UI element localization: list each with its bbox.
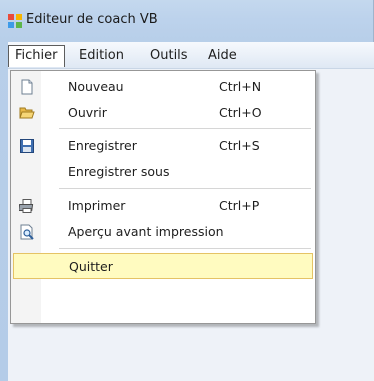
menu-item-shortcut: Ctrl+S [219, 138, 260, 153]
save-disk-icon [19, 138, 35, 154]
menu-item-label: Enregistrer [68, 138, 137, 153]
menu-item-enregistrer[interactable]: Enregistrer Ctrl+S [13, 133, 313, 159]
menu-edition[interactable]: Edition [73, 46, 130, 65]
file-menu-dropdown: Nouveau Ctrl+N Ouvrir Ctrl+O Enregistrer… [10, 70, 316, 324]
menu-aide[interactable]: Aide [202, 46, 243, 65]
title-bar[interactable]: Editeur de coach VB [0, 0, 373, 42]
menu-item-label: Aperçu avant impression [68, 224, 224, 239]
menu-item-ouvrir[interactable]: Ouvrir Ctrl+O [13, 100, 313, 126]
menu-item-label: Enregistrer sous [68, 164, 170, 179]
menu-item-quitter[interactable]: Quitter [13, 253, 313, 279]
menu-outils[interactable]: Outils [144, 46, 194, 65]
menu-fichier[interactable]: Fichier [8, 45, 65, 67]
menu-item-enregistrer-sous[interactable]: Enregistrer sous [13, 159, 313, 185]
menu-item-shortcut: Ctrl+N [219, 79, 262, 94]
menu-item-apercu[interactable]: Aperçu avant impression [13, 219, 313, 245]
menu-item-shortcut: Ctrl+P [219, 198, 260, 213]
app-window: Editeur de coach VB Fichier Edition Outi… [0, 0, 374, 381]
menu-item-label: Quitter [69, 259, 113, 274]
app-icon [8, 14, 22, 28]
open-folder-icon [19, 105, 35, 121]
window-title: Editeur de coach VB [26, 12, 158, 27]
menu-item-nouveau[interactable]: Nouveau Ctrl+N [13, 74, 313, 100]
menu-bar: Fichier Edition Outils Aide [8, 42, 374, 69]
menu-separator [59, 188, 311, 190]
print-preview-icon [19, 224, 35, 240]
printer-icon [18, 198, 35, 214]
menu-item-imprimer[interactable]: Imprimer Ctrl+P [13, 193, 313, 219]
menu-item-label: Imprimer [68, 198, 126, 213]
new-document-icon [19, 79, 35, 95]
menu-separator [59, 128, 311, 130]
menu-separator [59, 248, 311, 250]
menu-item-label: Ouvrir [68, 105, 107, 120]
menu-item-shortcut: Ctrl+O [219, 105, 262, 120]
menu-item-label: Nouveau [68, 79, 124, 94]
